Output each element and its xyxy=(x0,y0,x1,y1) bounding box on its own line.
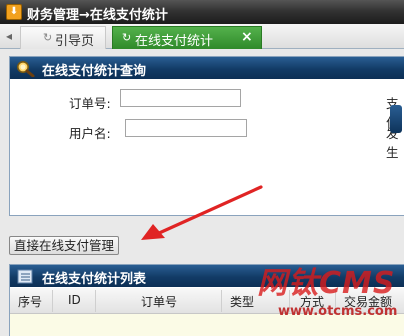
tab-guide[interactable]: ↻ 引导页 xyxy=(20,26,106,49)
red-arrow-icon xyxy=(141,185,263,240)
order-no-label: 订单号: xyxy=(69,96,111,111)
title-bar: ⬇ 财务管理→在线支付统计 xyxy=(0,0,404,24)
refresh-icon[interactable]: ↻ xyxy=(122,31,131,44)
query-panel-header: 在线支付统计查询 xyxy=(10,57,404,79)
list-icon xyxy=(17,269,33,284)
close-tab-icon[interactable]: × xyxy=(241,29,253,45)
column-divider xyxy=(221,290,222,312)
magnifier-icon xyxy=(17,61,35,77)
order-no-input[interactable] xyxy=(120,89,241,107)
column-header-order-no[interactable]: 订单号 xyxy=(141,293,177,310)
watermark-logo: 网钛CMS xyxy=(257,266,396,301)
tab-online-payment-stats[interactable]: ↻ 在线支付统计 × xyxy=(112,26,262,49)
tab-scroll-left-icon[interactable]: ◂ xyxy=(6,29,12,43)
column-header-id[interactable]: ID xyxy=(68,293,81,307)
query-submit-button[interactable] xyxy=(390,105,402,133)
refresh-icon[interactable]: ↻ xyxy=(43,31,52,44)
username-input[interactable] xyxy=(125,119,247,137)
column-divider xyxy=(52,290,53,312)
column-header-type[interactable]: 类型 xyxy=(230,293,254,310)
arrow-down-icon[interactable]: ⬇ xyxy=(6,4,22,20)
watermark-url: www.otcms.com xyxy=(278,304,398,319)
query-panel-title: 在线支付统计查询 xyxy=(42,64,147,79)
window-title: 财务管理→在线支付统计 xyxy=(27,8,168,23)
tab-guide-label: 引导页 xyxy=(55,34,95,49)
username-label: 用户名: xyxy=(69,126,111,141)
list-panel-title: 在线支付统计列表 xyxy=(42,272,147,287)
tab-online-payment-stats-label: 在线支付统计 xyxy=(135,34,214,49)
column-divider xyxy=(95,290,96,312)
column-header-index[interactable]: 序号 xyxy=(18,293,42,310)
direct-online-payment-management-button[interactable]: 直接在线支付管理 xyxy=(9,236,120,255)
